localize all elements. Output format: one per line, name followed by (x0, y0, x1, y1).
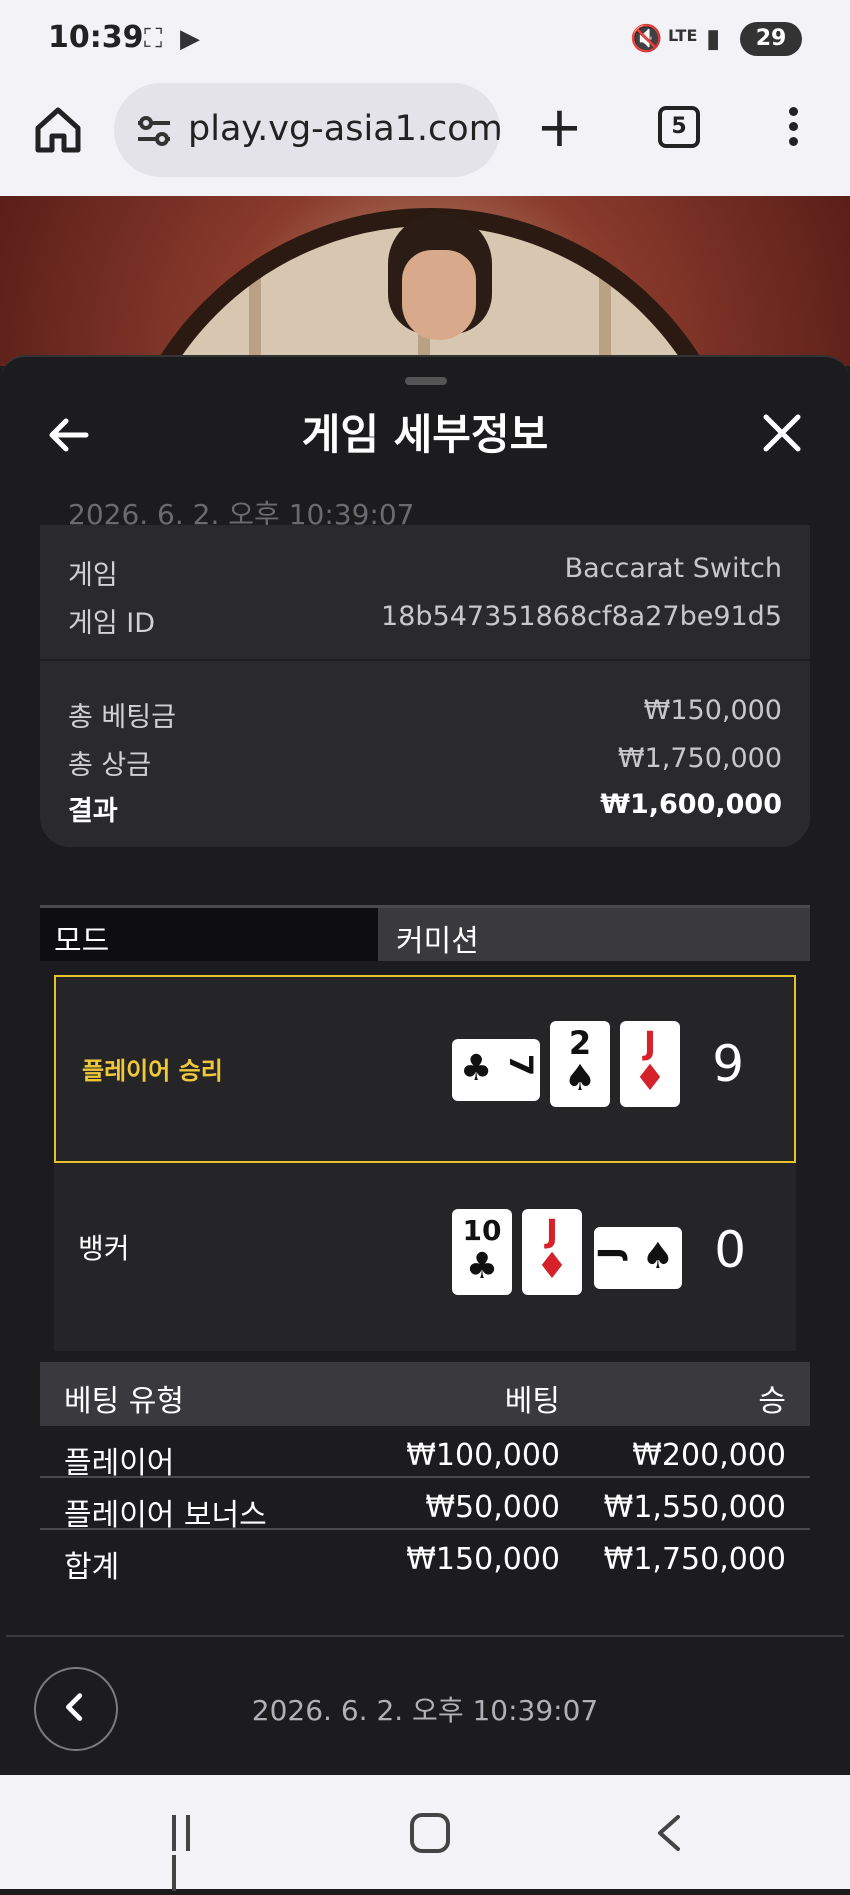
card-rank: 2 (568, 1024, 592, 1062)
live-video-stream (0, 196, 850, 366)
info-row-game: 게임 Baccarat Switch (68, 553, 782, 593)
back-button[interactable] (650, 1811, 690, 1855)
summary-value: ₩1,600,000 (600, 789, 782, 820)
mode-label-cell: 모드 (40, 908, 378, 961)
game-date-footer: 2026. 6. 2. 오후 10:39:07 (251, 1694, 599, 1727)
cell-total-label: 합계 (64, 1550, 120, 1585)
close-icon[interactable] (760, 411, 804, 455)
summary-label: 총 상금 (68, 750, 152, 781)
summary-value: ₩150,000 (643, 695, 782, 726)
signal-icon: ▮ (706, 24, 721, 54)
cell-bet-type: 플레이어 (64, 1446, 175, 1481)
card-suit: ♦ (633, 1058, 667, 1099)
cell-bet-type: 플레이어 보너스 (64, 1498, 267, 1533)
banker-card-2: J ♦ (522, 1209, 582, 1295)
mode-bar: 모드 커미션 (40, 905, 810, 961)
home-icon[interactable] (30, 102, 86, 158)
game-info-card: 게임 Baccarat Switch 게임 ID 18b547351868cf8… (40, 525, 810, 662)
player-score: 9 (712, 1035, 744, 1093)
tab-switcher-button[interactable]: 5 (658, 106, 700, 148)
card-rank: 7 (501, 1053, 540, 1077)
card-rank: 10 (462, 1214, 502, 1247)
cell-win: ₩200,000 (632, 1438, 786, 1473)
system-navigation-bar (0, 1775, 850, 1891)
browser-toolbar: play.vg-asia1.com + 5 (0, 78, 850, 196)
header-win: 승 (758, 1384, 786, 1419)
card-rank: J (546, 1212, 558, 1250)
game-details-sheet: 게임 세부정보 2026. 6. 2. 오후 10:39:07 게임 Bacca… (0, 355, 850, 1775)
summary-label: 결과 (68, 796, 118, 827)
info-row-game-id: 게임 ID 18b547351868cf8a27be91d5 (68, 601, 782, 641)
sheet-divider (6, 1635, 844, 1637)
banker-hand: 뱅커 10 ♣ J ♦ ♠ J 0 (54, 1163, 796, 1351)
summary-row-total-win: 총 상금 ₩1,750,000 (68, 743, 782, 783)
sheet-title: 게임 세부정보 (301, 410, 549, 459)
address-bar[interactable]: play.vg-asia1.com (114, 83, 500, 177)
info-value: 18b547351868cf8a27be91d5 (381, 601, 782, 632)
info-label: 게임 ID (68, 608, 156, 639)
player-hand: 플레이어 승리 ♣ 7 2 ♠ J ♦ 9 (54, 975, 796, 1163)
dealer-video (380, 214, 500, 366)
banker-label: 뱅커 (78, 1232, 130, 1265)
summary-row-result: 결과 ₩1,600,000 (68, 789, 782, 829)
sheet-drag-handle[interactable] (405, 377, 447, 385)
site-settings-icon[interactable] (134, 111, 174, 151)
status-bar: 10:39 ⛶ ▶ 🔇 LTE ▮ 29 (0, 0, 850, 78)
mute-icon: 🔇 (630, 24, 663, 54)
network-type: LTE (668, 26, 698, 45)
card-suit: ♦ (535, 1246, 569, 1287)
summary-row-total-bet: 총 베팅금 ₩150,000 (68, 695, 782, 735)
battery-indicator: 29 (740, 22, 802, 56)
info-value: Baccarat Switch (564, 553, 782, 584)
cell-total-win: ₩1,750,000 (603, 1542, 786, 1577)
info-label: 게임 (68, 560, 118, 591)
recent-apps-button[interactable] (172, 1815, 212, 1891)
cell-bet: ₩100,000 (406, 1438, 560, 1473)
player-card-2: 2 ♠ (550, 1021, 610, 1107)
table-row: 플레이어 보너스 ₩50,000 ₩1,550,000 (40, 1478, 810, 1533)
cell-bet: ₩50,000 (425, 1490, 560, 1525)
summary-value: ₩1,750,000 (617, 743, 782, 774)
card-rank: J (590, 1247, 629, 1259)
card-rank: J (644, 1024, 656, 1062)
player-card-3: J ♦ (620, 1021, 680, 1107)
bet-summary-card: 총 베팅금 ₩150,000 총 상금 ₩1,750,000 결과 ₩1,600… (40, 659, 810, 847)
cell-total-bet: ₩150,000 (406, 1542, 560, 1577)
banker-score: 0 (714, 1221, 746, 1279)
mode-label: 모드 (54, 924, 110, 959)
new-tab-button[interactable]: + (536, 98, 583, 158)
screenshot-icon: ⛶ (144, 24, 163, 54)
bet-table-header: 베팅 유형 베팅 승 (40, 1362, 810, 1426)
player-result-label: 플레이어 승리 (82, 1057, 223, 1085)
browser-menu-icon[interactable] (778, 102, 808, 158)
banker-card-3: ♠ J (590, 1227, 682, 1289)
card-suit: ♠ (563, 1058, 597, 1099)
youtube-icon: ▶ (180, 24, 200, 54)
header-bet: 베팅 (504, 1384, 560, 1419)
header-bet-type: 베팅 유형 (64, 1384, 184, 1419)
bet-table: 베팅 유형 베팅 승 플레이어 ₩100,000 ₩200,000 플레이어 보… (40, 1362, 810, 1585)
url-text[interactable]: play.vg-asia1.com (188, 109, 500, 149)
table-row: 플레이어 ₩100,000 ₩200,000 (40, 1426, 810, 1481)
player-card-1: ♣ 7 (452, 1039, 540, 1101)
home-button[interactable] (410, 1813, 450, 1853)
card-suit: ♣ (460, 1048, 493, 1089)
summary-label: 총 베팅금 (68, 702, 176, 733)
banker-card-1: 10 ♣ (452, 1209, 512, 1295)
cell-win: ₩1,550,000 (603, 1490, 786, 1525)
card-suit: ♠ (641, 1236, 674, 1277)
status-time: 10:39 (48, 20, 144, 55)
table-total-row: 합계 ₩150,000 ₩1,750,000 (40, 1530, 810, 1585)
card-suit: ♣ (465, 1246, 499, 1287)
mode-value: 커미션 (396, 924, 479, 959)
